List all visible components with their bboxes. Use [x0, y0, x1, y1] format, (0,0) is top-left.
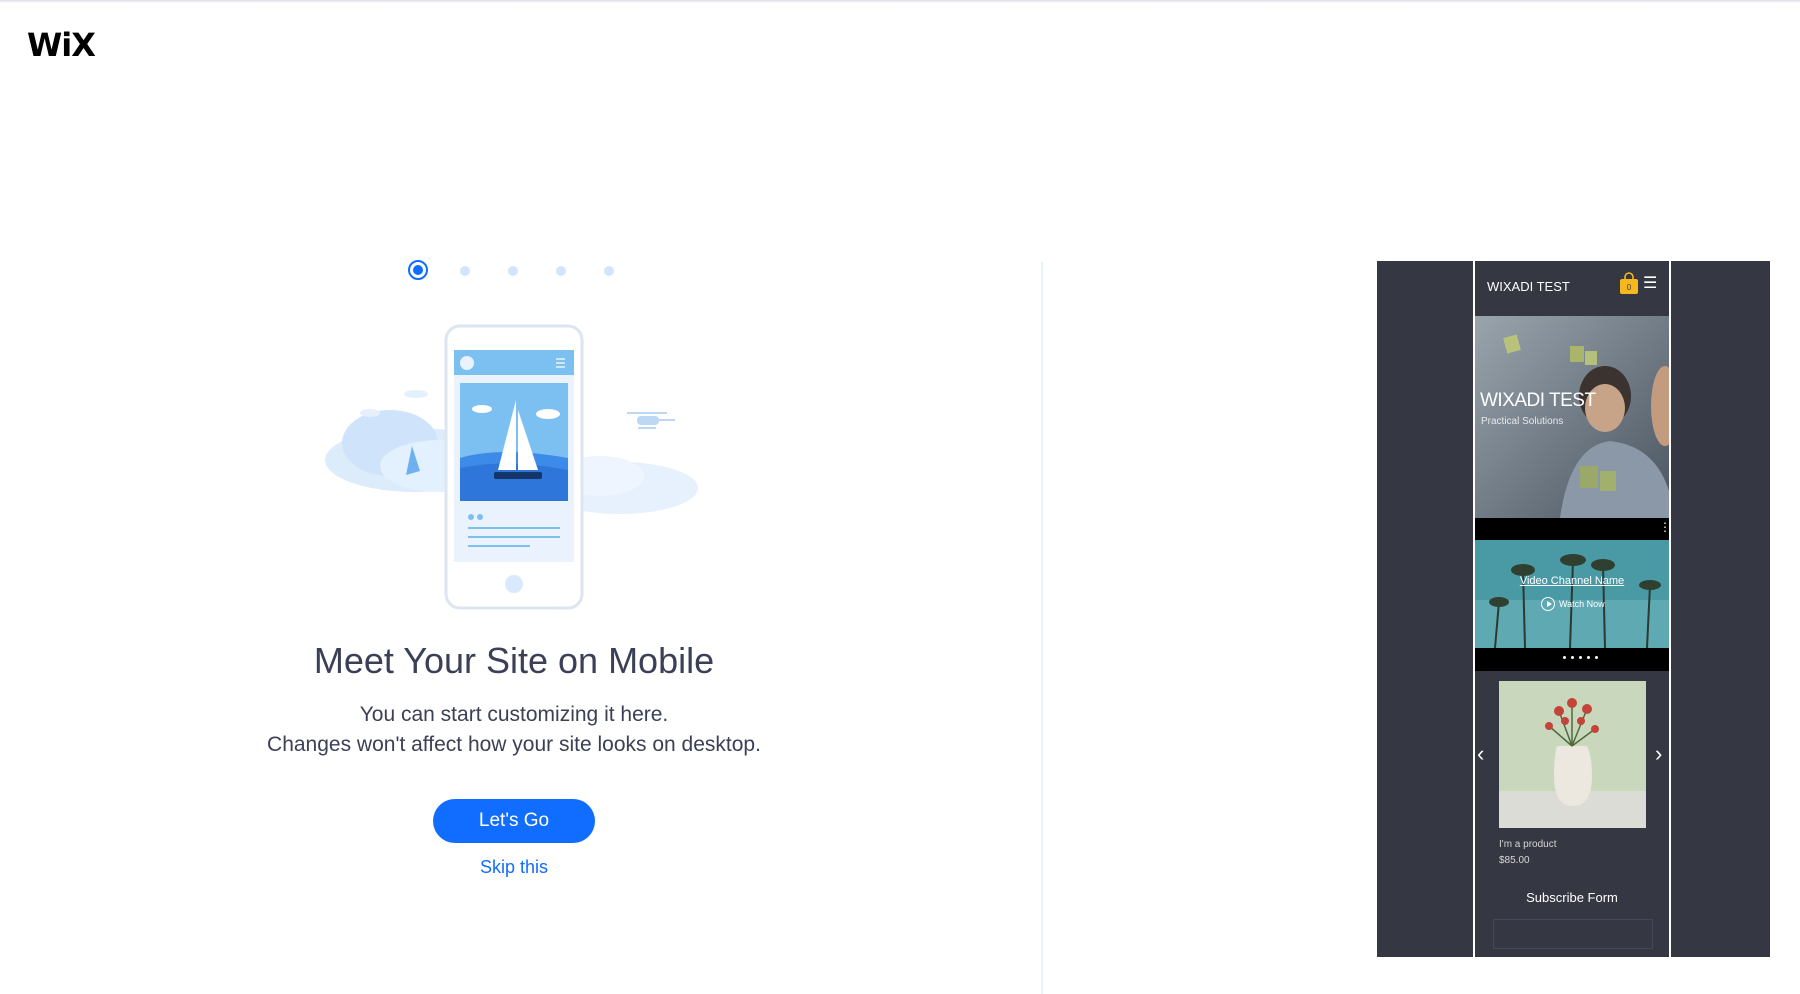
site-name: WIXADI TEST: [1487, 279, 1570, 294]
mobile-site-header: WIXADI TEST 0 ☰: [1475, 261, 1669, 316]
step-dot-1[interactable]: [408, 260, 428, 280]
watch-now-label: Watch Now: [1559, 599, 1605, 609]
mobile-phone-illustration: [325, 324, 698, 610]
step-dot-4[interactable]: [556, 266, 566, 276]
wix-logo: WiX: [27, 26, 96, 64]
gallery-strip: ⋮: [1475, 518, 1669, 540]
video-thumbnail: [1475, 540, 1669, 648]
video-section[interactable]: Video Channel Name Watch Now: [1475, 540, 1669, 648]
page-subtitle: You can start customizing it here. Chang…: [200, 700, 828, 760]
more-options-icon[interactable]: ⋮: [1659, 520, 1669, 534]
product-image[interactable]: [1499, 681, 1646, 828]
step-dot-3[interactable]: [508, 266, 518, 276]
hero-subtitle: Practical Solutions: [1481, 416, 1564, 427]
step-dot-2[interactable]: [460, 266, 470, 276]
lets-go-button[interactable]: Let's Go: [433, 799, 595, 843]
step-dot-5[interactable]: [604, 266, 614, 276]
play-icon: [1541, 597, 1555, 611]
slider-dots[interactable]: [1563, 656, 1598, 659]
page-title: Meet Your Site on Mobile: [313, 640, 715, 681]
hero-section: WIXADI TEST Practical Solutions: [1475, 316, 1669, 518]
hamburger-menu-icon[interactable]: ☰: [1643, 273, 1657, 293]
chevron-right-icon[interactable]: ›: [1655, 741, 1662, 767]
subtitle-line-1: You can start customizing it here.: [359, 703, 669, 726]
product-price: $85.00: [1499, 855, 1530, 866]
skip-link[interactable]: Skip this: [414, 857, 614, 878]
video-channel-link[interactable]: Video Channel Name: [1475, 575, 1669, 587]
mobile-preview-panel: WIXADI TEST 0 ☰ WIXADI TEST Practical So…: [1377, 261, 1770, 957]
subscribe-title: Subscribe Form: [1526, 890, 1618, 905]
top-shadow: [0, 0, 1800, 3]
subscribe-email-field[interactable]: [1493, 919, 1653, 949]
subtitle-line-2: Changes won't affect how your site looks…: [267, 733, 761, 756]
hero-title: WIXADI TEST: [1480, 390, 1596, 411]
mobile-preview-frame[interactable]: WIXADI TEST 0 ☰ WIXADI TEST Practical So…: [1473, 261, 1671, 957]
cart-count: 0: [1627, 283, 1632, 292]
chevron-left-icon[interactable]: ‹: [1477, 741, 1484, 767]
onboarding-screen: WiX Meet Your Site on Mobile You can sta…: [0, 0, 1800, 994]
watch-now-button[interactable]: Watch Now: [1541, 597, 1605, 611]
panel-divider: [1041, 262, 1043, 994]
slider-strip: [1475, 648, 1669, 671]
cart-bag-icon: 0: [1620, 272, 1638, 294]
product-name[interactable]: I'm a product: [1499, 839, 1557, 850]
